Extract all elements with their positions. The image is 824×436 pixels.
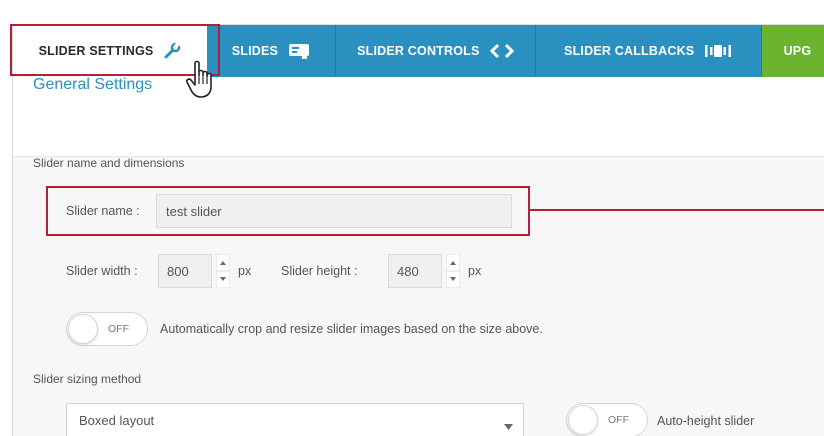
top-strip — [0, 0, 824, 12]
sizing-method-value: Boxed layout — [79, 412, 155, 428]
slider-name-input[interactable]: test slider — [156, 194, 512, 228]
tab-label: UPG — [783, 44, 812, 58]
section-title: General Settings — [33, 76, 153, 93]
toggle-knob — [68, 314, 98, 344]
tab-upgrade[interactable]: UPG — [761, 25, 824, 77]
slider-width-input[interactable]: 800 — [158, 254, 212, 288]
slider-width-label: Slider width : — [66, 264, 138, 278]
slider-height-value: 480 — [397, 263, 419, 279]
callout-line — [530, 209, 824, 211]
tab-bar: SLIDER SETTINGS SLIDES SLIDER CONTROLS S… — [13, 25, 824, 77]
tab-label: SLIDER CONTROLS — [357, 44, 480, 58]
width-unit: px — [238, 264, 252, 278]
slider-name-value: test slider — [166, 203, 222, 219]
tab-label: SLIDER SETTINGS — [38, 44, 154, 58]
slider-height-input[interactable]: 480 — [388, 254, 442, 288]
slides-icon — [288, 43, 310, 59]
tab-slider-settings[interactable]: SLIDER SETTINGS — [13, 25, 208, 77]
tab-label: SLIDER CALLBACKS — [564, 44, 695, 58]
wrench-icon — [163, 42, 181, 60]
tab-slider-callbacks[interactable]: SLIDER CALLBACKS — [535, 25, 762, 77]
toggle-state: OFF — [608, 414, 629, 426]
group-label-sizing: Slider sizing method — [33, 372, 142, 386]
toggle-state: OFF — [108, 323, 129, 335]
callbacks-icon — [704, 43, 732, 59]
height-stepper[interactable] — [445, 253, 461, 289]
chevron-down-icon — [504, 418, 513, 433]
slider-height-label: Slider height : — [281, 264, 358, 278]
tab-label: SLIDES — [231, 44, 279, 58]
auto-height-label: Auto-height slider — [657, 414, 755, 428]
group-label-dimensions: Slider name and dimensions — [33, 156, 185, 170]
slider-name-label: Slider name : — [66, 204, 140, 218]
slider-width-value: 800 — [167, 263, 189, 279]
sizing-method-select[interactable]: Boxed layout — [66, 403, 524, 436]
auto-height-toggle[interactable]: OFF — [566, 403, 648, 436]
code-arrows-icon — [489, 43, 514, 59]
hand-cursor-icon — [186, 60, 216, 105]
tab-slider-controls[interactable]: SLIDER CONTROLS — [335, 25, 536, 77]
crop-resize-toggle[interactable]: OFF — [66, 312, 148, 346]
height-unit: px — [468, 264, 482, 278]
crop-resize-label: Automatically crop and resize slider ima… — [160, 322, 543, 336]
tab-slides[interactable]: SLIDES — [207, 25, 336, 77]
toggle-knob — [568, 405, 598, 435]
width-stepper[interactable] — [215, 253, 231, 289]
